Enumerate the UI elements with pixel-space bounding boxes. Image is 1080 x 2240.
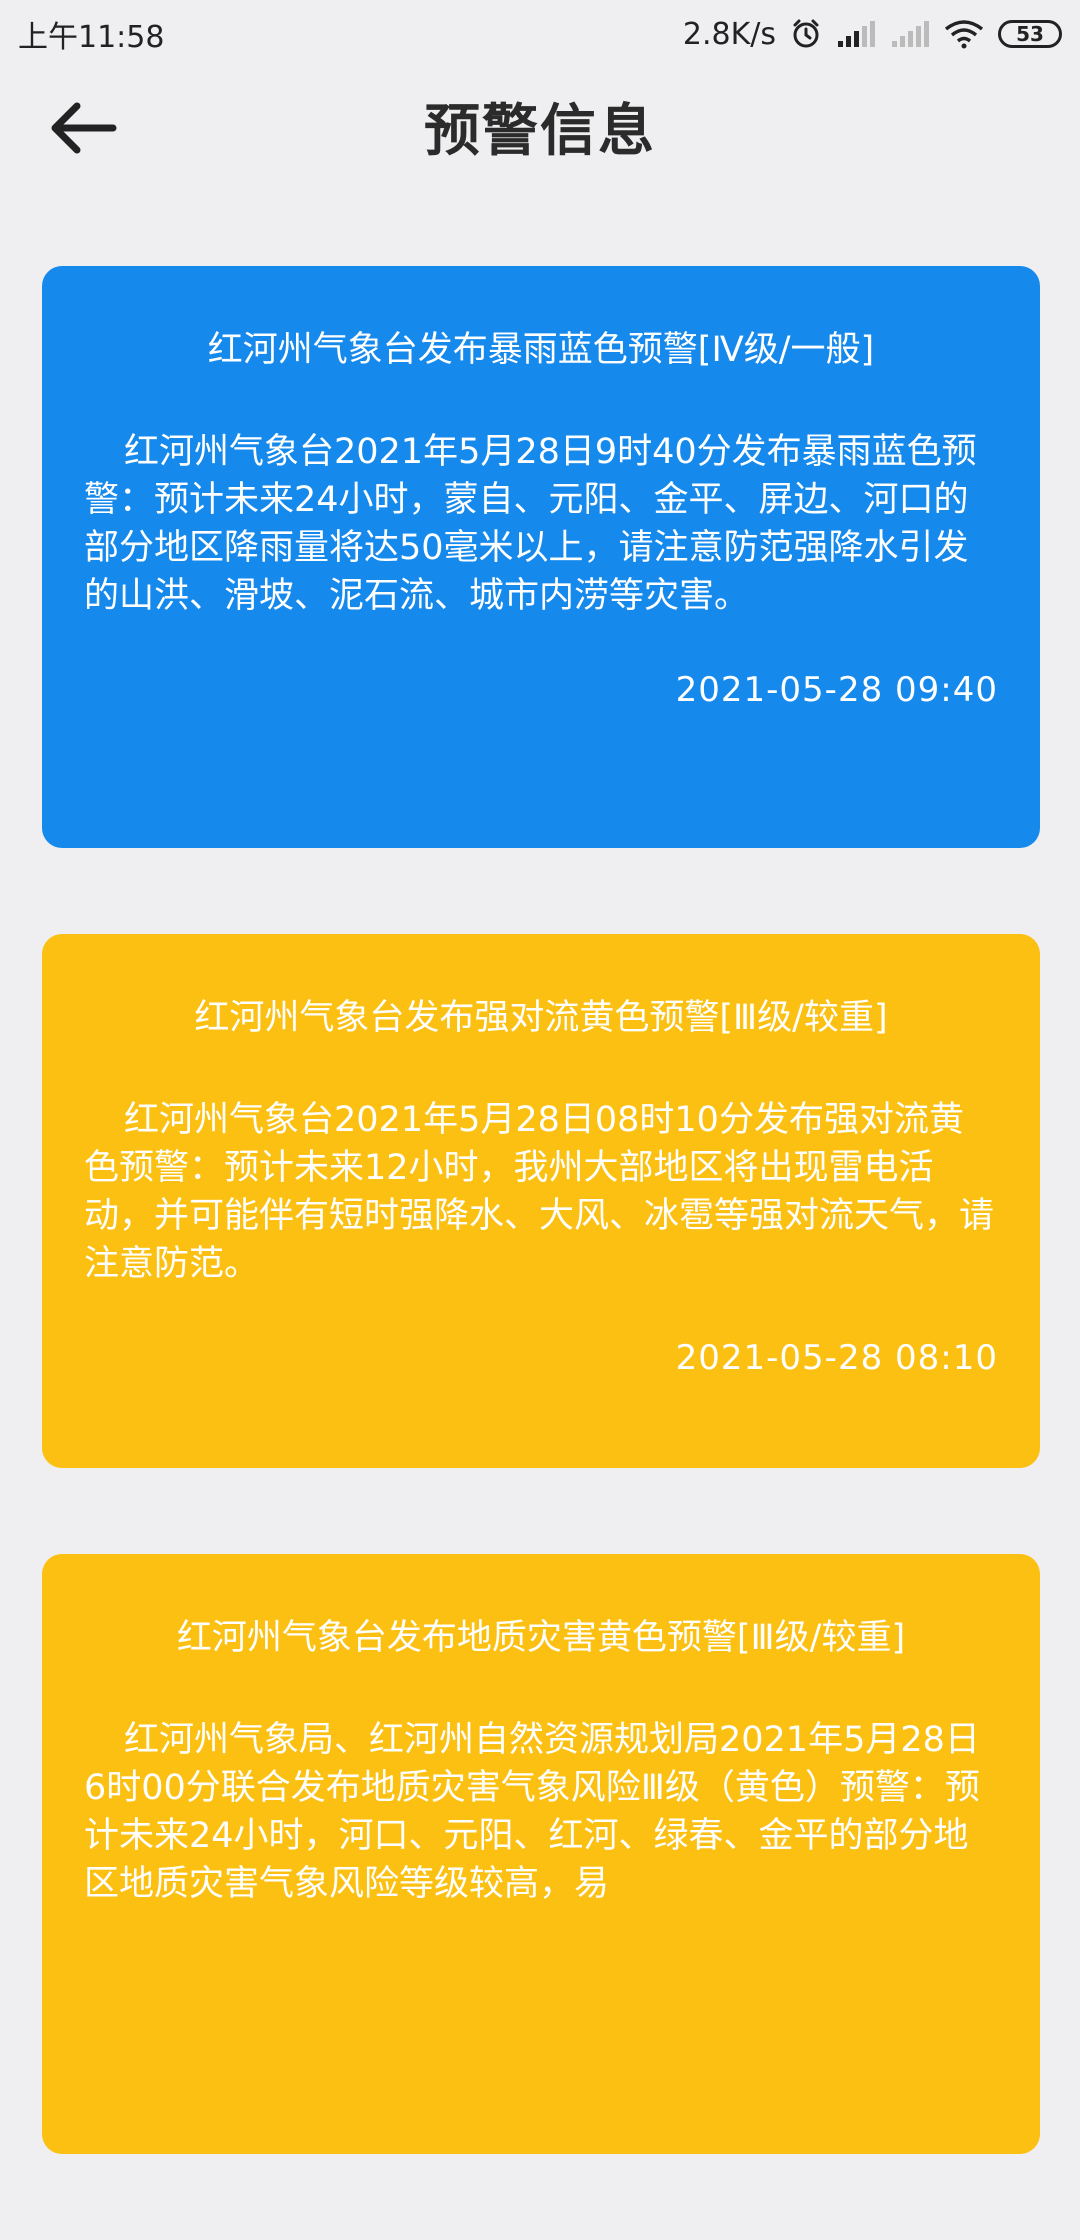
signal-weak-icon [890,19,930,49]
alert-body: 红河州气象台2021年5月28日08时10分发布强对流黄色预警：预计未来12小时… [84,1100,995,1284]
net-speed: 2.8K/s [682,16,776,52]
header: 预警信息 [0,68,1080,188]
alarm-icon [790,18,822,50]
alert-list: 红河州气象台发布暴雨蓝色预警[Ⅳ级/一般] 红河州气象台2021年5月28日9时… [42,266,1040,2240]
alert-title: 红河州气象台发布地质灾害黄色预警[Ⅲ级/较重] [176,1618,906,1658]
battery-level: 53 [1016,22,1044,46]
alert-body: 红河州气象局、红河州自然资源规划局2021年5月28日6时00分联合发布地质灾害… [84,1720,980,1904]
alert-card[interactable]: 红河州气象台发布地质灾害黄色预警[Ⅲ级/较重] 红河州气象局、红河州自然资源规划… [42,1554,1040,2154]
alert-time: 2021-05-28 09:40 [675,670,998,710]
alert-time: 2021-05-28 08:10 [675,1338,998,1378]
signal-icon [836,19,876,49]
wifi-icon [944,19,984,49]
status-time: 上午11:58 [18,20,165,55]
status-icons: 2.8K/s 53 [683,17,1062,52]
battery-icon: 53 [998,20,1062,48]
status-bar: 上午11:58 2.8K/s 53 [0,0,1080,68]
alert-body: 红河州气象台2021年5月28日9时40分发布暴雨蓝色预警：预计未来24小时，蒙… [84,432,977,616]
page-title: 预警信息 [424,99,656,164]
alert-title: 红河州气象台发布强对流黄色预警[Ⅲ级/较重] [194,998,888,1038]
alert-card[interactable]: 红河州气象台发布强对流黄色预警[Ⅲ级/较重] 红河州气象台2021年5月28日0… [42,934,1040,1468]
alert-title: 红河州气象台发布暴雨蓝色预警[Ⅳ级/一般] [207,330,875,370]
alert-card[interactable]: 红河州气象台发布暴雨蓝色预警[Ⅳ级/一般] 红河州气象台2021年5月28日9时… [42,266,1040,848]
